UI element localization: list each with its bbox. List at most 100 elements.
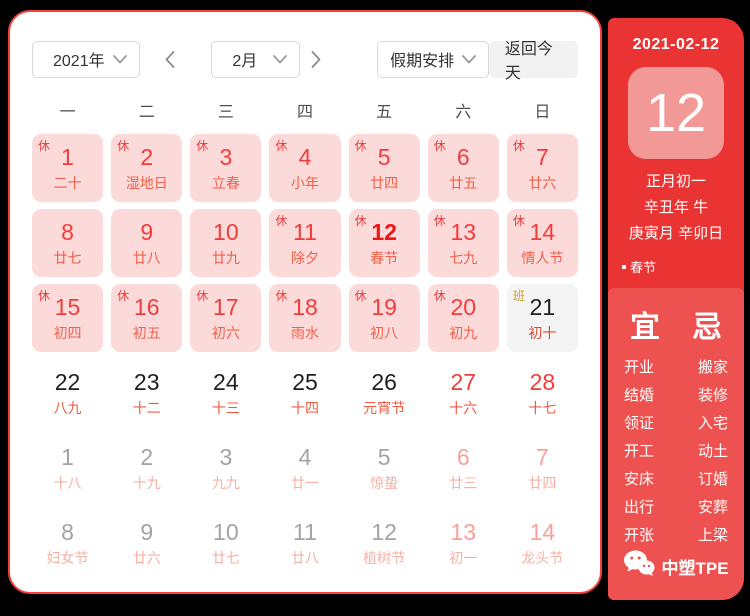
- lunar-label: 元宵节: [363, 399, 405, 417]
- calendar-cell[interactable]: 23十二: [111, 359, 182, 427]
- calendar-cell-today[interactable]: 休12春节: [349, 209, 420, 277]
- day-number: 4: [299, 444, 312, 470]
- weekday-label: 六: [428, 98, 499, 122]
- lunar-label: 除夕: [291, 249, 319, 267]
- lunar-label: 廿四: [370, 174, 398, 192]
- calendar-cell[interactable]: 25 十四: [269, 359, 340, 427]
- festival-name: 春节: [630, 257, 656, 276]
- chevron-down-icon: [462, 55, 476, 64]
- selected-date-label: 2021-02-12: [608, 36, 744, 54]
- day-number: 26: [371, 369, 397, 395]
- lunar-label: 十三: [212, 399, 240, 417]
- calendar-cell[interactable]: 26 元宵节: [349, 359, 420, 427]
- calendar-cell[interactable]: 休 11 除夕: [269, 209, 340, 277]
- day-number: 27: [450, 369, 476, 395]
- calendar-cell[interactable]: 10廿九: [190, 209, 261, 277]
- calendar-cell[interactable]: 4廿一: [269, 434, 340, 502]
- avoid-item: 入宅: [698, 410, 728, 438]
- calendar-cell[interactable]: 休17初六: [190, 284, 261, 352]
- calendar-cell[interactable]: 休3立春: [190, 134, 261, 202]
- lunar-label: 廿八: [133, 249, 161, 267]
- calendar-cell[interactable]: 8廿七: [32, 209, 103, 277]
- holiday-plan-select[interactable]: 假期安排: [377, 41, 489, 78]
- lunar-label: 十四: [291, 399, 319, 417]
- suitable-title: 宜: [630, 302, 660, 346]
- calendar-cell[interactable]: 休4小年: [269, 134, 340, 202]
- calendar-cell[interactable]: 3九九: [190, 434, 261, 502]
- suitable-item: 开工: [624, 438, 654, 466]
- month-select[interactable]: 2月: [211, 41, 300, 78]
- lunar-label: 廿六: [133, 549, 161, 567]
- calendar-cell[interactable]: 休1二十: [32, 134, 103, 202]
- calendar-cell[interactable]: 1十八: [32, 434, 103, 502]
- calendar-cell[interactable]: 休20初九: [428, 284, 499, 352]
- calendar-cell[interactable]: 休6廿五: [428, 134, 499, 202]
- month-select-value: 2月: [224, 47, 257, 71]
- calendar-cell[interactable]: 休5廿四: [349, 134, 420, 202]
- calendar-cell[interactable]: 休7廿六: [507, 134, 578, 202]
- day-number: 11: [293, 219, 317, 245]
- lunar-label: 小年: [291, 174, 319, 192]
- lunar-label: 廿八: [291, 549, 319, 567]
- calendar-cell[interactable]: 休19初八: [349, 284, 420, 352]
- weekday-label: 二: [111, 98, 182, 122]
- almanac-headers: 宜 忌: [622, 302, 730, 346]
- rest-badge: 休: [38, 139, 50, 153]
- day-number: 13: [450, 219, 476, 245]
- calendar-cell[interactable]: 24十三: [190, 359, 261, 427]
- calendar-cell[interactable]: 13初一: [428, 509, 499, 577]
- day-number: 3: [219, 444, 232, 470]
- lunar-label: 廿六: [528, 174, 556, 192]
- calendar-toolbar: 2021年 2月 假期安排 返回今天: [32, 40, 578, 78]
- calendar-cell[interactable]: 班21初十: [507, 284, 578, 352]
- calendar-cell[interactable]: 8妇女节: [32, 509, 103, 577]
- lunar-label: 二十: [54, 174, 82, 192]
- day-number: 19: [371, 294, 397, 320]
- lunar-label: 初十: [528, 324, 556, 342]
- calendar-cell[interactable]: 休18雨水: [269, 284, 340, 352]
- calendar-cell[interactable]: 7廿四: [507, 434, 578, 502]
- day-number: 12: [371, 519, 397, 545]
- next-month-button[interactable]: [304, 51, 327, 68]
- day-number: 9: [140, 219, 153, 245]
- calendar-cell[interactable]: 休16初五: [111, 284, 182, 352]
- calendar-cell[interactable]: 休2湿地日: [111, 134, 182, 202]
- suitable-item: 出行: [624, 494, 654, 522]
- calendar-cell[interactable]: 9廿六: [111, 509, 182, 577]
- calendar-cell[interactable]: 休13七九: [428, 209, 499, 277]
- calendar-cell[interactable]: 休14情人节: [507, 209, 578, 277]
- rest-badge: 休: [275, 214, 287, 228]
- calendar-cell[interactable]: 10廿七: [190, 509, 261, 577]
- rest-badge: 休: [434, 139, 446, 153]
- weekday-label: 五: [349, 98, 420, 122]
- day-number: 25: [292, 369, 318, 395]
- almanac-columns: 开业结婚领证开工安床出行开张 搬家装修入宅动土订婚安葬上梁: [622, 354, 730, 550]
- wechat-icon: [623, 550, 655, 582]
- day-number-card: 12: [628, 67, 724, 159]
- calendar-cell[interactable]: 休15初四: [32, 284, 103, 352]
- calendar-cell[interactable]: 9 廿八: [111, 209, 182, 277]
- calendar-cell[interactable]: 14龙头节: [507, 509, 578, 577]
- calendar-cell[interactable]: 5惊蛰: [349, 434, 420, 502]
- lunar-label: 八九: [54, 399, 82, 417]
- calendar-cell[interactable]: 2十九: [111, 434, 182, 502]
- weekday-label: 一: [32, 98, 103, 122]
- holiday-plan-value: 假期安排: [390, 47, 454, 71]
- back-to-today-button[interactable]: 返回今天: [489, 41, 578, 78]
- suitable-item: 开张: [624, 522, 654, 550]
- prev-month-button[interactable]: [158, 51, 181, 68]
- year-select[interactable]: 2021年: [32, 41, 140, 78]
- day-number: 11: [293, 519, 317, 545]
- calendar-cell[interactable]: 27十六: [428, 359, 499, 427]
- suitable-item: 安床: [624, 466, 654, 494]
- lunar-label: 初六: [212, 324, 240, 342]
- calendar-cell[interactable]: 22 八九: [32, 359, 103, 427]
- calendar-cell[interactable]: 28十七: [507, 359, 578, 427]
- day-number: 10: [213, 519, 239, 545]
- lunar-label: 妇女节: [47, 549, 89, 567]
- calendar-cell[interactable]: 12植树节: [349, 509, 420, 577]
- calendar-cell[interactable]: 11 廿八: [269, 509, 340, 577]
- rest-badge: 休: [355, 289, 367, 303]
- day-number: 22: [55, 369, 81, 395]
- calendar-cell[interactable]: 6廿三: [428, 434, 499, 502]
